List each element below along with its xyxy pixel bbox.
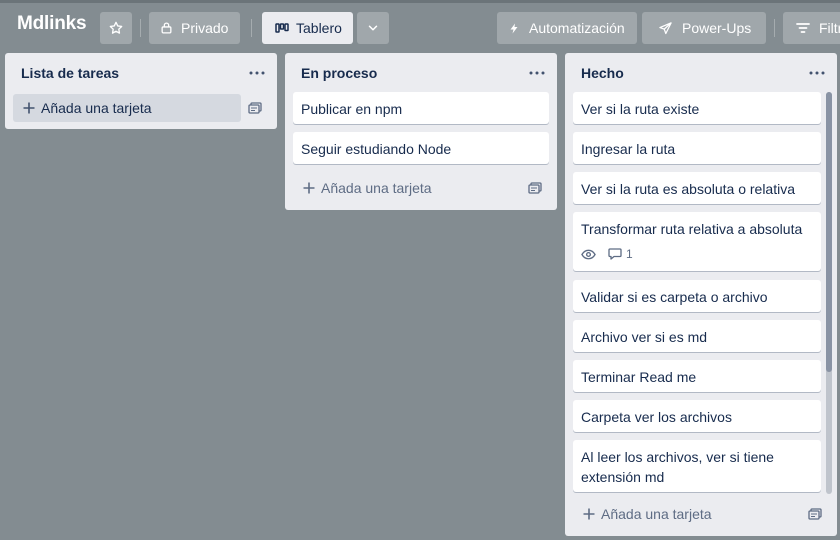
add-card-label: Añada una tarjeta	[41, 100, 152, 116]
rocket-icon	[659, 21, 672, 34]
card-title: Ver si la ruta existe	[581, 101, 700, 117]
list-menu-button[interactable]	[805, 61, 829, 85]
list-menu-button[interactable]	[525, 61, 549, 85]
card-title: Publicar en npm	[301, 101, 403, 117]
add-card-button[interactable]: Añada una tarjeta	[13, 94, 241, 122]
card[interactable]: Transformar ruta relativa a absoluta 1	[573, 212, 821, 271]
chevron-down-icon	[368, 25, 378, 31]
card-title: Validar si es carpeta o archivo	[581, 289, 768, 305]
list-scrollbar-thumb[interactable]	[826, 92, 832, 372]
eye-icon	[581, 249, 596, 259]
automation-button[interactable]: Automatización	[497, 12, 637, 44]
filter-button[interactable]: Filtr	[783, 12, 840, 44]
card[interactable]: Publicar en npm	[293, 92, 549, 124]
template-icon	[808, 508, 822, 520]
board-icon	[275, 23, 289, 33]
card[interactable]: Seguir estudiando Node	[293, 132, 549, 164]
card[interactable]: Carpeta ver los archivos	[573, 400, 821, 432]
list-title[interactable]: Lista de tareas	[21, 65, 119, 81]
card-title: Seguir estudiando Node	[301, 141, 452, 157]
star-icon	[109, 21, 123, 34]
list-en-proceso: En proceso Publicar en npm Seguir estudi…	[285, 53, 557, 210]
card-title: Archivo ver si es md	[581, 329, 708, 345]
more-icon	[809, 71, 825, 75]
automation-label: Automatización	[529, 20, 625, 36]
card-title: Terminar Read me	[581, 369, 697, 385]
comments-badge: 1	[608, 244, 633, 264]
create-from-template-button[interactable]	[803, 502, 827, 526]
filter-icon	[796, 23, 810, 33]
card[interactable]: Validar si es carpeta o archivo	[573, 280, 821, 312]
more-icon	[249, 71, 265, 75]
template-icon	[248, 102, 262, 114]
powerups-label: Power-Ups	[682, 20, 752, 36]
card-title: Carpeta ver los archivos	[581, 409, 732, 425]
add-card-button[interactable]: Añada una tarjeta	[573, 500, 801, 528]
template-icon	[528, 182, 542, 194]
privacy-label: Privado	[181, 20, 229, 36]
card[interactable]: Ingresar la ruta	[573, 132, 821, 164]
card-title: Ver si la ruta es absoluta o relativa	[581, 181, 796, 197]
add-card-label: Añada una tarjeta	[601, 506, 712, 522]
card-title: Al leer los archivos, ver si tiene exten…	[581, 449, 774, 485]
list-header: Hecho	[565, 53, 837, 91]
create-from-template-button[interactable]	[243, 96, 267, 120]
header-divider	[774, 19, 775, 37]
card-title: Transformar ruta relativa a absoluta	[581, 221, 803, 237]
board-view-button[interactable]: Tablero	[262, 12, 353, 44]
list-header: Lista de tareas	[5, 53, 277, 91]
list-lista-de-tareas: Lista de tareas Añada una tarjeta	[5, 53, 277, 129]
board-title[interactable]: Mdlinks	[17, 13, 87, 35]
add-card-button[interactable]: Añada una tarjeta	[293, 174, 521, 202]
comment-icon	[608, 248, 622, 260]
comment-count: 1	[626, 247, 633, 261]
more-icon	[529, 71, 545, 75]
plus-icon	[583, 508, 595, 520]
list-title[interactable]: Hecho	[581, 65, 624, 81]
privacy-button[interactable]: Privado	[149, 12, 240, 44]
card[interactable]: Archivo ver si es md	[573, 320, 821, 352]
bolt-icon	[510, 23, 518, 33]
card[interactable]: Al leer los archivos, ver si tiene exten…	[573, 440, 821, 492]
plus-icon	[23, 102, 35, 114]
list-header: En proceso	[285, 53, 557, 91]
filter-label: Filtr	[819, 20, 840, 36]
card[interactable]: Terminar Read me	[573, 360, 821, 392]
plus-icon	[303, 182, 315, 194]
list-menu-button[interactable]	[245, 61, 269, 85]
card[interactable]: Ver si la ruta existe	[573, 92, 821, 124]
add-card-label: Añada una tarjeta	[321, 180, 432, 196]
header-divider	[140, 19, 141, 37]
board-header: Mdlinks Privado Tablero Automatización P…	[0, 3, 840, 49]
board-view-label: Tablero	[296, 20, 342, 36]
views-dropdown-button[interactable]	[357, 12, 389, 44]
card[interactable]: Ver si la ruta es absoluta o relativa	[573, 172, 821, 204]
watching-badge	[581, 249, 596, 260]
header-divider	[251, 19, 252, 37]
list-hecho: Hecho Ver si la ruta existe Ingresar la …	[565, 53, 837, 536]
list-title[interactable]: En proceso	[301, 65, 377, 81]
powerups-button[interactable]: Power-Ups	[642, 12, 766, 44]
star-button[interactable]	[100, 12, 132, 44]
card-badges: 1	[581, 244, 813, 264]
card-title: Ingresar la ruta	[581, 141, 676, 157]
create-from-template-button[interactable]	[523, 176, 547, 200]
lock-icon	[161, 22, 172, 34]
